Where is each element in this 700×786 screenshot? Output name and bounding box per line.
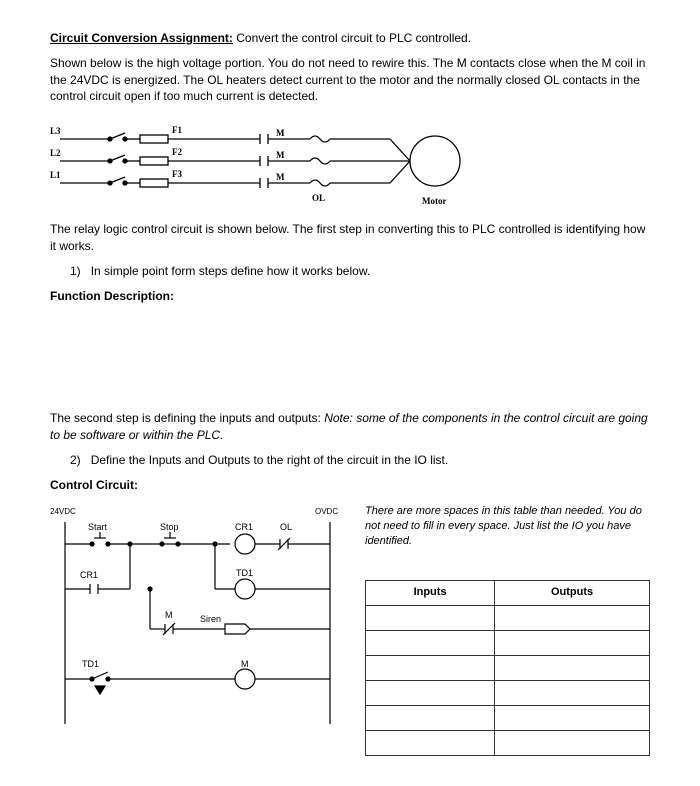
svg-text:L1: L1	[50, 170, 61, 180]
svg-text:Stop: Stop	[160, 522, 179, 532]
control-circuit-svg: 24VDC OVDC	[50, 504, 350, 734]
svg-text:L3: L3	[50, 126, 61, 136]
title-line: Circuit Conversion Assignment: Convert t…	[50, 30, 650, 47]
control-circuit-heading: Control Circuit:	[50, 477, 650, 494]
svg-text:M: M	[165, 610, 173, 620]
svg-text:F2: F2	[172, 147, 182, 157]
svg-text:24VDC: 24VDC	[50, 507, 76, 516]
q1-text: In simple point form steps define how it…	[91, 264, 370, 278]
q2-text: Define the Inputs and Outputs to the rig…	[91, 453, 449, 467]
title-underlined: Circuit Conversion Assignment:	[50, 31, 233, 45]
question-2: 2) Define the Inputs and Outputs to the …	[70, 452, 650, 469]
svg-text:F3: F3	[172, 169, 182, 179]
q2-number: 2)	[70, 453, 81, 467]
svg-text:OL: OL	[280, 522, 292, 532]
table-row	[366, 630, 650, 655]
mid-text-1: The relay logic control circuit is shown…	[50, 221, 650, 255]
q1-number: 1)	[70, 264, 81, 278]
mid-text-2: The second step is defining the inputs a…	[50, 410, 650, 444]
svg-text:Siren: Siren	[200, 614, 221, 624]
svg-text:M: M	[276, 172, 285, 182]
table-row	[366, 605, 650, 630]
table-row	[366, 730, 650, 755]
svg-text:L2: L2	[50, 148, 61, 158]
power-circuit-svg: L3 L2 L1 F1 F2 F3 M M M OL Motor	[50, 121, 480, 216]
table-row	[366, 705, 650, 730]
power-circuit-diagram: L3 L2 L1 F1 F2 F3 M M M OL Motor	[50, 121, 650, 211]
io-header-inputs: Inputs	[366, 580, 495, 605]
right-column: There are more spaces in this table than…	[365, 504, 650, 756]
svg-text:M: M	[276, 128, 285, 138]
intro-text: Shown below is the high voltage portion.…	[50, 55, 650, 105]
table-note: There are more spaces in this table than…	[365, 504, 650, 550]
table-row	[366, 655, 650, 680]
svg-text:TD1: TD1	[82, 659, 99, 669]
question-1: 1) In simple point form steps define how…	[70, 263, 650, 280]
function-description-heading: Function Description:	[50, 288, 650, 305]
svg-text:TD1: TD1	[236, 568, 253, 578]
answer-blank-space	[50, 304, 650, 404]
title-rest: Convert the control circuit to PLC contr…	[236, 31, 471, 45]
svg-text:OL: OL	[312, 193, 325, 203]
svg-text:M: M	[241, 659, 249, 669]
svg-text:CR1: CR1	[235, 522, 253, 532]
mid2-plain: The second step is defining the inputs a…	[50, 411, 324, 425]
svg-text:CR1: CR1	[80, 570, 98, 580]
svg-text:M: M	[276, 150, 285, 160]
io-table: Inputs Outputs	[365, 580, 650, 756]
svg-text:F1: F1	[172, 125, 182, 135]
svg-text:OVDC: OVDC	[315, 507, 338, 516]
svg-text:Start: Start	[88, 522, 108, 532]
svg-text:Motor: Motor	[422, 196, 447, 206]
io-header-outputs: Outputs	[495, 580, 650, 605]
